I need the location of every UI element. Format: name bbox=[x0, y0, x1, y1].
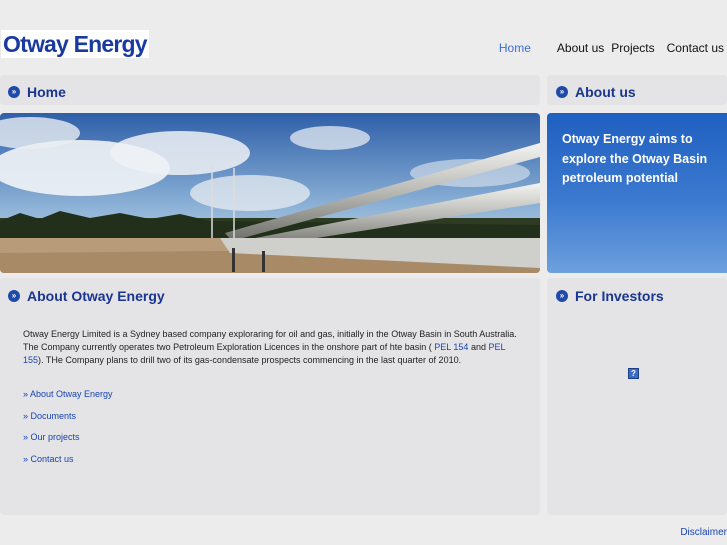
chevron-right-circle-icon: » bbox=[8, 86, 20, 98]
link-our-projects[interactable]: » Our projects bbox=[23, 432, 113, 454]
nav-contact-us[interactable]: Contact us bbox=[667, 41, 724, 55]
pipeline-photo bbox=[0, 113, 540, 273]
chevron-right-circle-icon: » bbox=[556, 290, 568, 302]
about-us-title: » About us bbox=[556, 84, 636, 100]
home-title-text: Home bbox=[27, 84, 66, 100]
investors-title: » For Investors bbox=[556, 288, 664, 304]
about-energy-description: Otway Energy Limited is a Sydney based c… bbox=[23, 328, 523, 367]
footer bbox=[0, 517, 727, 545]
chevron-right-circle-icon: » bbox=[8, 290, 20, 302]
link-contact-us[interactable]: » Contact us bbox=[23, 454, 113, 476]
nav-about-us[interactable]: About us bbox=[557, 41, 604, 55]
pel-154-link[interactable]: PEL 154 bbox=[434, 342, 468, 352]
nav-home[interactable]: Home bbox=[499, 41, 531, 55]
logo[interactable]: Otway Energy bbox=[1, 30, 149, 58]
chevron-right-circle-icon: » bbox=[556, 86, 568, 98]
investors-title-text: For Investors bbox=[575, 288, 664, 304]
home-title: » Home bbox=[8, 84, 66, 100]
main-nav: Home About us Projects Contact us bbox=[487, 41, 724, 55]
link-about-otway-energy[interactable]: » About Otway Energy bbox=[23, 389, 113, 411]
question-icon[interactable]: ? bbox=[628, 368, 639, 379]
hero-image bbox=[0, 113, 540, 273]
investors-panel bbox=[547, 278, 727, 515]
nav-projects[interactable]: Projects bbox=[611, 41, 654, 55]
about-us-tagline-box: Otway Energy aims to explore the Otway B… bbox=[547, 113, 727, 273]
about-energy-title-text: About Otway Energy bbox=[27, 288, 165, 304]
about-us-tagline: Otway Energy aims to explore the Otway B… bbox=[562, 132, 708, 185]
about-us-title-text: About us bbox=[575, 84, 636, 100]
disclaimer-link[interactable]: Disclaimer bbox=[680, 527, 727, 538]
about-energy-title: » About Otway Energy bbox=[8, 288, 165, 304]
about-text-part-3: ). THe Company plans to drill two of its… bbox=[38, 355, 462, 365]
about-text-part-2: and bbox=[468, 342, 489, 352]
header: Otway Energy Home About us Projects Cont… bbox=[0, 0, 727, 70]
about-links-list: » About Otway Energy » Documents » Our p… bbox=[23, 389, 113, 475]
link-documents[interactable]: » Documents bbox=[23, 411, 113, 433]
home-panel-header bbox=[0, 75, 540, 105]
